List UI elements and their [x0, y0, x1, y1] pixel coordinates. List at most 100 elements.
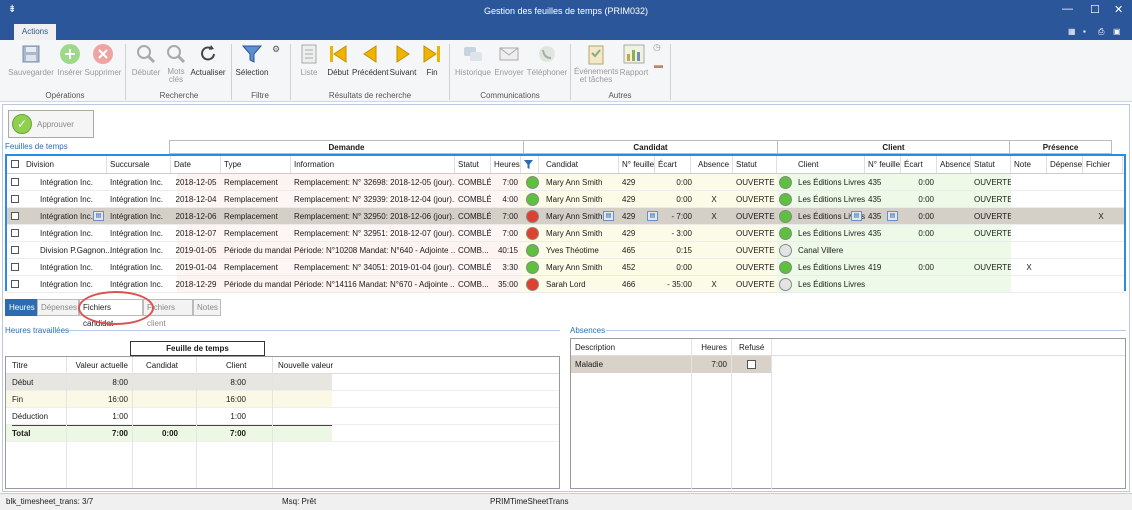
phone-button[interactable]: Téléphoner — [526, 42, 568, 77]
lock-icon[interactable]: ▣ — [1113, 27, 1121, 36]
row-checkbox[interactable] — [11, 178, 19, 186]
row-checkbox[interactable] — [11, 246, 19, 254]
next-record-button[interactable]: Suivant — [388, 42, 418, 77]
column-header[interactable]: Information — [291, 156, 455, 173]
candidate-lookup-icon[interactable]: ▤ — [603, 211, 614, 221]
timer-icon[interactable]: ◷ — [653, 42, 661, 53]
row-checkbox[interactable] — [11, 263, 19, 271]
column-header[interactable]: Dépense — [1047, 156, 1083, 173]
printer-icon[interactable]: ⎙ — [1098, 27, 1104, 37]
candidate-status-icon — [526, 176, 539, 189]
candidate-sheet-lookup-icon[interactable]: ▤ — [647, 211, 658, 221]
row-checkbox[interactable] — [11, 280, 19, 288]
calculator-icon[interactable]: ▦ — [1068, 27, 1076, 36]
column-header[interactable]: Statut — [971, 156, 1011, 173]
tab-actions[interactable]: Actions — [14, 24, 56, 40]
cell-candidate-status: OUVERTE — [736, 195, 775, 204]
cell-note — [1011, 208, 1047, 225]
save-button[interactable]: Sauvegarder — [8, 42, 54, 77]
tab-hours[interactable]: Heures — [5, 299, 37, 316]
close-button[interactable]: ✕ — [1114, 3, 1123, 16]
column-header[interactable]: Client — [795, 156, 865, 173]
column-header[interactable]: Note — [1011, 156, 1047, 173]
timesheets-section-label: Feuilles de temps — [5, 142, 68, 151]
flag-icon[interactable]: ▪ — [1083, 27, 1086, 36]
column-header[interactable]: Date — [171, 156, 221, 173]
cell-division: Intégration Inc. — [40, 280, 93, 289]
last-icon — [420, 42, 444, 66]
search-icon — [134, 42, 158, 66]
next-icon — [391, 42, 415, 66]
minimize-button[interactable]: — — [1062, 3, 1073, 15]
select-all-checkbox[interactable] — [11, 160, 19, 168]
column-header[interactable]: Heures — [491, 156, 521, 173]
column-header[interactable]: Écart — [655, 156, 691, 173]
status-component: PRIMTimeSheetTrans — [490, 497, 569, 506]
hours-row[interactable]: Total 7:00 0:00 7:00 — [6, 425, 559, 442]
column-header[interactable]: N° feuille — [865, 156, 901, 173]
add-icon — [58, 42, 82, 66]
hours-row[interactable]: Début 8:00 8:00 — [6, 374, 559, 391]
row-checkbox[interactable] — [11, 212, 19, 220]
column-header[interactable]: Écart — [901, 156, 937, 173]
cell-division: Intégration Inc. — [40, 178, 93, 187]
tools-icon[interactable]: ▬ — [654, 60, 663, 70]
group-search-results: Résultats de recherche — [328, 91, 412, 100]
approve-button[interactable]: ✓ Approuver — [8, 110, 94, 138]
settings-gear-icon[interactable]: ⚙ — [272, 44, 280, 55]
delete-button[interactable]: Supprimer — [84, 42, 122, 77]
absence-row[interactable]: Maladie 7:00 — [571, 356, 771, 373]
send-button[interactable]: Envoyer — [494, 42, 524, 77]
previous-record-button[interactable]: Précédent — [352, 42, 388, 77]
refresh-button[interactable]: Actualiser — [190, 42, 226, 77]
cell-file — [1083, 225, 1119, 242]
filter-column-icon[interactable] — [521, 156, 539, 173]
list-button[interactable]: Liste — [296, 42, 322, 77]
row-checkbox[interactable] — [11, 195, 19, 203]
client-lookup-icon[interactable]: ▤ — [851, 211, 862, 221]
division-lookup-icon[interactable]: ▤ — [93, 211, 104, 221]
column-header[interactable]: Type — [221, 156, 291, 173]
column-header[interactable]: Absence — [937, 156, 971, 173]
report-button[interactable]: Rapport — [618, 42, 650, 77]
history-button[interactable]: Historique — [454, 42, 492, 77]
events-tasks-button[interactable]: Événements et tâches — [574, 42, 618, 84]
column-header[interactable]: Division — [23, 156, 107, 173]
insert-button[interactable]: Insérer — [56, 42, 84, 77]
table-row[interactable]: Intégration Inc. Intégration Inc. 2018-12-… — [7, 225, 1124, 242]
cell-candidate-status: OUVERTE — [736, 212, 775, 221]
table-row[interactable]: Division P.Gagnon... Intégration Inc. 2019… — [7, 242, 1124, 259]
row-checkbox[interactable] — [11, 229, 19, 237]
table-row[interactable]: Intégration Inc. Intégration Inc. 2018-12-… — [7, 191, 1124, 208]
hours-row[interactable]: Déduction 1:00 1:00 — [6, 408, 559, 425]
cell-candidate-gap: 0:15 — [676, 246, 692, 255]
tab-notes[interactable]: Notes — [193, 299, 221, 316]
selection-filter-button[interactable]: Sélection — [234, 42, 270, 77]
table-row[interactable]: Intégration Inc. Intégration Inc. 2018-12-… — [7, 208, 1124, 225]
first-record-button[interactable]: Début — [324, 42, 352, 77]
start-search-button[interactable]: Débuter — [130, 42, 162, 77]
maximize-button[interactable]: ☐ — [1090, 3, 1100, 16]
column-header[interactable]: Absence — [695, 156, 733, 173]
client-sheet-lookup-icon[interactable]: ▤ — [887, 211, 898, 221]
table-row[interactable]: Intégration Inc. Intégration Inc. 2018-12-… — [7, 174, 1124, 191]
group-header-presence: Présence — [1009, 140, 1112, 154]
cell-file — [1083, 174, 1119, 191]
column-header[interactable]: Statut — [733, 156, 777, 173]
column-header[interactable]: Fichier — [1083, 156, 1123, 173]
column-header[interactable]: N° feuille — [619, 156, 655, 173]
last-record-button[interactable]: Fin — [420, 42, 444, 77]
keywords-button[interactable]: Mots clés — [164, 42, 188, 84]
cell-type: Remplacement — [224, 212, 278, 221]
table-row[interactable]: Intégration Inc. Intégration Inc. 2019-01-… — [7, 259, 1124, 276]
column-header[interactable]: Succursale — [107, 156, 171, 173]
tab-expenses[interactable]: Dépenses — [37, 299, 79, 316]
cell-client-gap: 0:00 — [918, 212, 934, 221]
refused-checkbox[interactable] — [747, 360, 756, 369]
candidate-status-icon — [526, 210, 539, 223]
column-header[interactable]: Candidat — [543, 156, 619, 173]
table-row[interactable]: Intégration Inc. Intégration Inc. 2018-12-… — [7, 276, 1124, 293]
hours-row[interactable]: Fin 16:00 16:00 — [6, 391, 559, 408]
column-header[interactable]: Statut — [455, 156, 491, 173]
cell-statut: COMB... — [458, 246, 489, 255]
